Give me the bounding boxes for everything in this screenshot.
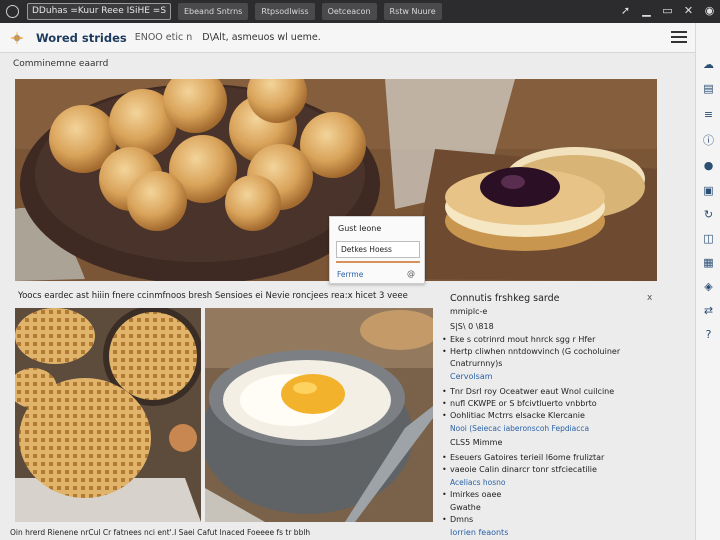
panel-line: Tnr Dsrl roy Oceatwer eaut Wnol cuilcine <box>442 387 614 396</box>
waffles-image <box>15 308 201 522</box>
info-icon[interactable]: ⓘ <box>701 133 716 148</box>
panel-line: Eke s cotrinrd mout hnrck sgg r Hfer <box>442 335 595 344</box>
browser-topbar: DDuhas =Kuur Reee ISiHE =S Ebeand Sntrns… <box>0 0 720 23</box>
egg-bowl-image <box>205 308 433 522</box>
panel-link[interactable]: Iorrien feaonts <box>450 528 508 537</box>
address-bar[interactable]: DDuhas =Kuur Reee ISiHE =S <box>27 3 171 20</box>
panel-line: CLS5 Mimme <box>450 438 503 447</box>
grid-icon[interactable]: ▦ <box>701 255 716 270</box>
layers-icon[interactable]: ≡ <box>701 107 716 122</box>
user-icon[interactable]: ◉ <box>703 3 716 18</box>
app-logo-icon <box>10 30 24 45</box>
panel-link[interactable]: Cervolsam <box>450 372 493 381</box>
panel-line: Dmns <box>442 515 473 524</box>
right-icon-rail: ☁ ▤ ≡ ⓘ ● ▣ ↻ ◫ ▦ ◈ ⇄ ? <box>695 23 720 540</box>
app-note: D\Alt, asmeuos wl ueme. <box>202 32 321 43</box>
panel-line: Oohlitiac Mctrrs elsacke Klercanie <box>442 411 585 420</box>
refresh-icon[interactable]: ↻ <box>701 207 716 222</box>
panel-line: Hertp cliwhen nntdowvinch (G cocholuiner <box>442 347 620 356</box>
panel-line: S|S\ 0 \818 <box>450 322 494 331</box>
panel-link[interactable]: Nooi (Seiecac iaberonscoh Fepdiacca <box>450 424 589 433</box>
hamburger-menu-icon[interactable] <box>671 31 687 43</box>
panel-line: Cnatrurnny)s <box>450 359 503 368</box>
arrow-icon[interactable]: ➚ <box>619 3 632 18</box>
sync-icon[interactable]: ⇄ <box>701 303 716 318</box>
close-icon[interactable]: ✕ <box>682 3 695 18</box>
tab-3[interactable]: Oetceacon <box>321 3 377 20</box>
panel-line: mmiplc-e <box>450 307 488 316</box>
info-panel: Connutis frshkeg sarde x mmiplc-e S|S\ 0 … <box>436 285 660 540</box>
panel-close-button[interactable]: x <box>647 293 652 303</box>
panel-line: Eseuers Gatoires terieil l6ome fruliztar <box>442 453 604 462</box>
window-icon[interactable]: ▭ <box>661 3 674 18</box>
document-icon[interactable]: ▤ <box>701 81 716 96</box>
panel-title: Connutis frshkeg sarde <box>450 293 560 304</box>
app-subtitle: ENOO etic n <box>134 32 193 43</box>
tab-2[interactable]: Rtpsodlwiss <box>255 3 315 20</box>
book-icon[interactable]: ◫ <box>701 231 716 246</box>
globe-icon[interactable]: ● <box>701 158 716 173</box>
panel-line: Imirkes oaee <box>442 490 501 499</box>
popup-title: Gust Ieone <box>338 224 382 233</box>
waffles-photo[interactable] <box>15 308 201 522</box>
panel-link[interactable]: Aceliacs hosno <box>450 478 506 487</box>
chat-icon[interactable]: ▣ <box>701 183 716 198</box>
app-menu-icon[interactable] <box>6 5 19 18</box>
app-header: Wored strides ENOO etic n D\Alt, asmeuos… <box>0 23 695 53</box>
minimize-icon[interactable]: ▁ <box>640 3 653 18</box>
popup-link[interactable]: Ferrme <box>337 270 363 279</box>
panel-line: nufl CKWPE or S bfcivtluerto vnbbrto <box>442 399 597 408</box>
bottom-caption: Oin hrerd Rienene nrCul Cr fatnees nci e… <box>10 528 311 537</box>
panel-line: vaeoie Calin dinarcr tonr stfciecatilie <box>442 465 597 474</box>
tag-icon[interactable]: ◈ <box>701 279 716 294</box>
hero-caption: Yoocs eardec ast hiiin fnere ccinmfnoos … <box>18 291 408 301</box>
popup-underline <box>336 261 420 263</box>
guest-popup[interactable]: Gust Ieone Detkes Hoess Ferrme @ <box>329 216 425 284</box>
popup-input[interactable]: Detkes Hoess <box>336 241 420 258</box>
egg-bowl-photo[interactable] <box>205 308 433 522</box>
tab-1[interactable]: Ebeand Sntrns <box>178 3 249 20</box>
section-label: Comminemne eaarrd <box>13 59 109 69</box>
panel-line: Gwathe <box>450 503 481 512</box>
tab-4[interactable]: Rstw Nuure <box>383 3 442 20</box>
at-icon[interactable]: @ <box>407 269 415 278</box>
app-title: Wored strides <box>36 30 127 45</box>
help-icon[interactable]: ? <box>701 327 716 342</box>
cloud-icon[interactable]: ☁ <box>701 57 716 72</box>
